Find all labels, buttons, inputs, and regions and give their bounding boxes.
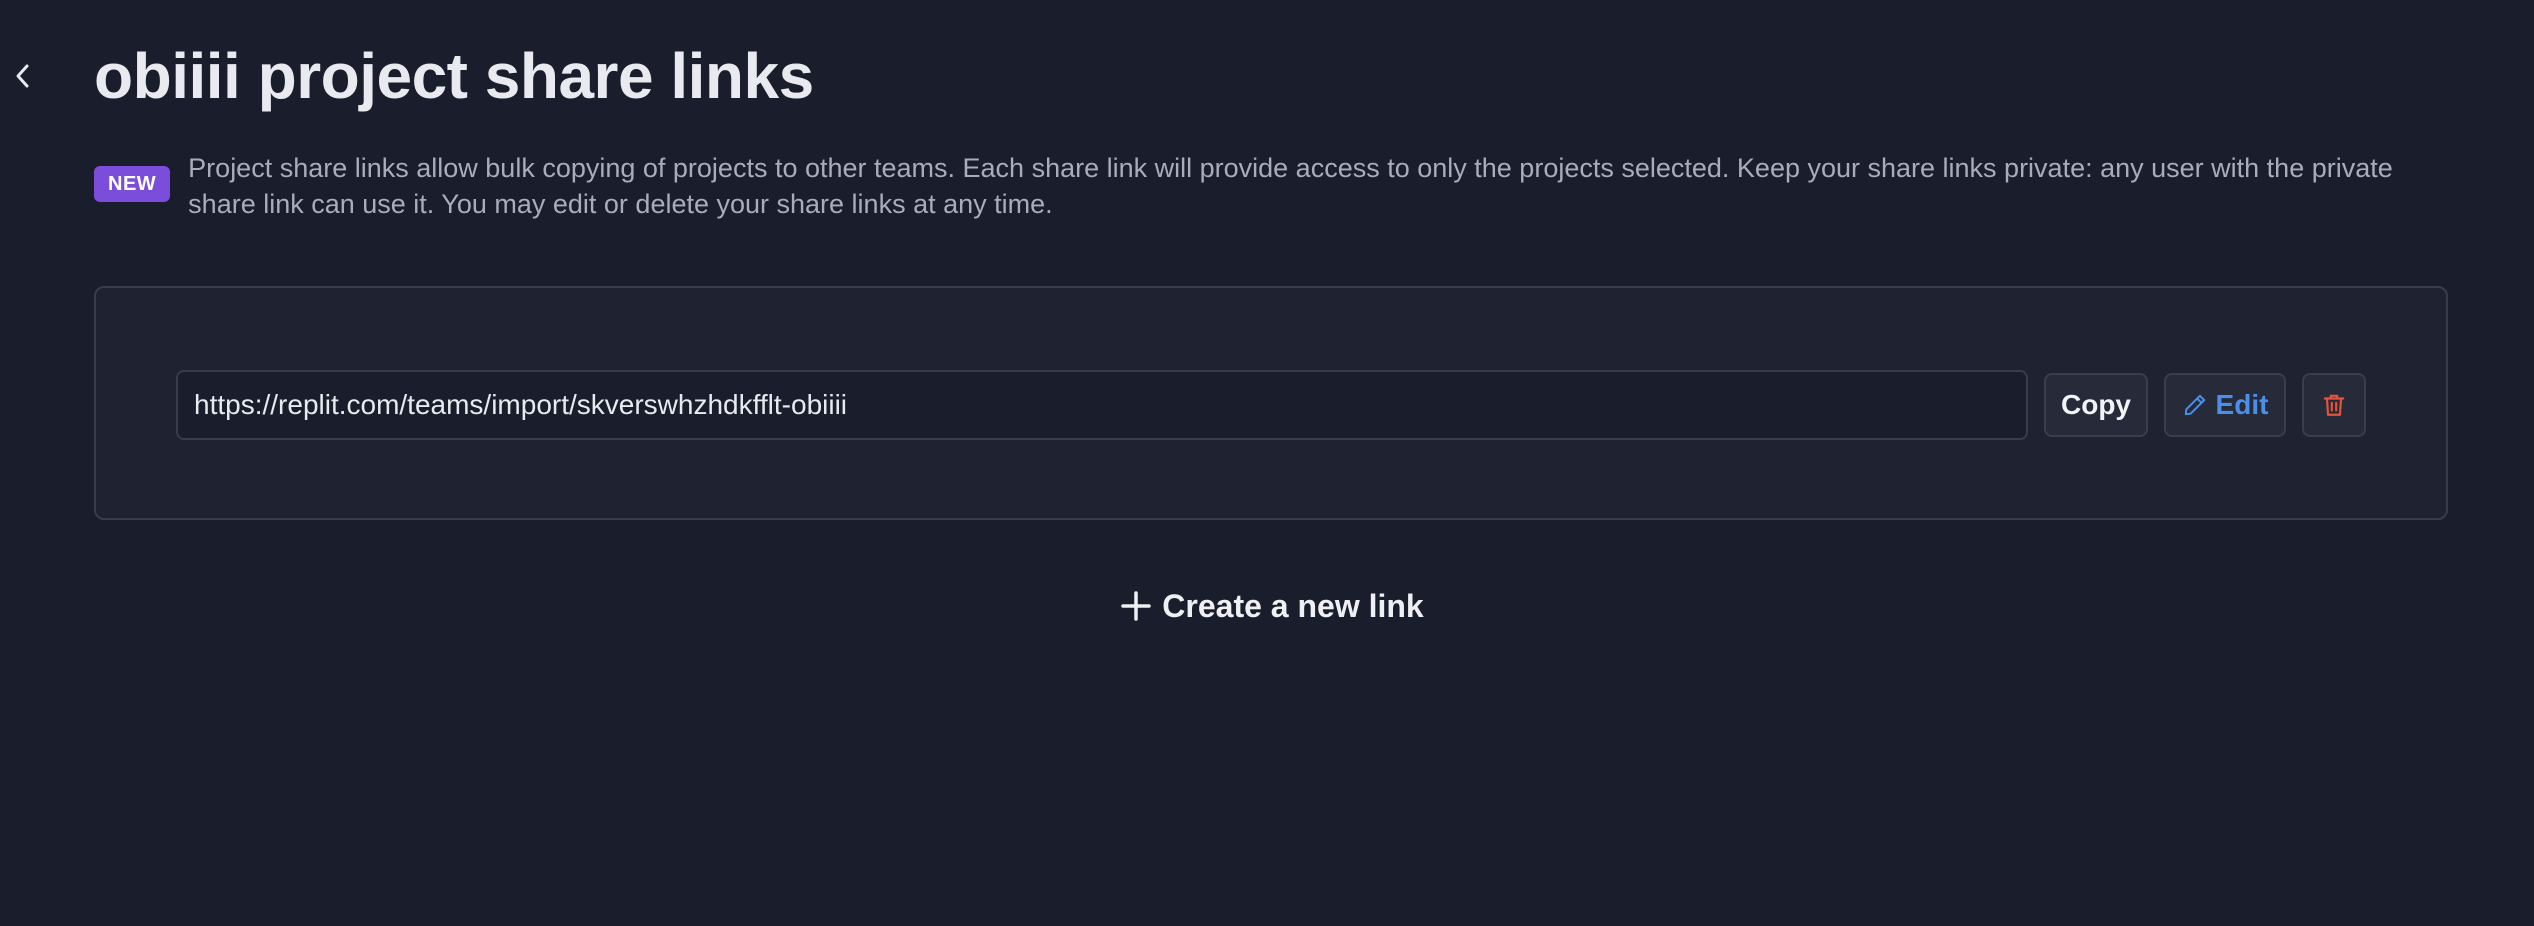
create-new-link-label: Create a new link xyxy=(1162,587,1424,624)
edit-button-label: Edit xyxy=(2215,389,2269,420)
chevron-left-icon xyxy=(16,64,29,88)
plus-icon xyxy=(1121,591,1152,621)
pencil-icon xyxy=(2184,394,2205,416)
edit-button[interactable]: Edit xyxy=(2164,373,2286,437)
intro-description: Project share links allow bulk copying o… xyxy=(188,153,2393,219)
intro-section: NEW Project share links allow bulk copyi… xyxy=(94,150,2434,222)
delete-button[interactable] xyxy=(2302,373,2366,437)
create-new-link-button[interactable]: Create a new link xyxy=(1120,578,1424,634)
copy-button[interactable]: Copy xyxy=(2044,373,2148,437)
share-link-row: Copy Edit xyxy=(176,370,2366,440)
new-badge: NEW xyxy=(94,166,171,202)
create-link-container: Create a new link xyxy=(0,578,2534,634)
share-links-card: Copy Edit xyxy=(94,286,2448,520)
share-links-page: obiiii project share links NEW Project s… xyxy=(0,0,2534,926)
trash-icon xyxy=(2323,394,2345,416)
share-link-url-field[interactable] xyxy=(176,370,2028,440)
back-button[interactable] xyxy=(8,58,38,94)
page-title: obiiii project share links xyxy=(94,40,814,112)
